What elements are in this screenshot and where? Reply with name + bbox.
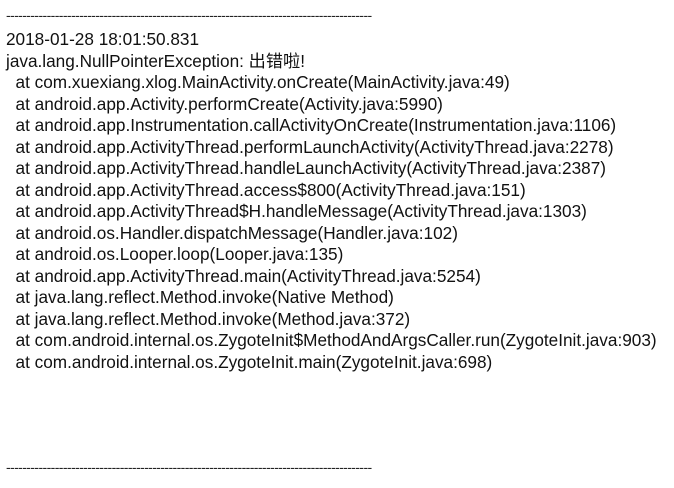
- stack-frame: at com.android.internal.os.ZygoteInit$Me…: [6, 330, 657, 350]
- bottom-separator: ----------------------------------------…: [6, 459, 372, 475]
- stack-frame: at android.app.ActivityThread.access$800…: [6, 179, 526, 200]
- stack-frame: at android.os.Handler.dispatchMessage(Ha…: [6, 222, 458, 243]
- stack-frame: at java.lang.reflect.Method.invoke(Nativ…: [6, 287, 394, 307]
- top-separator: ----------------------------------------…: [6, 7, 372, 23]
- stack-frame: at java.lang.reflect.Method.invoke(Metho…: [6, 308, 411, 329]
- log-body: 2018-01-28 18:01:50.831 java.lang.NullPo…: [6, 29, 670, 373]
- stack-frame: at android.os.Looper.loop(Looper.java:13…: [6, 244, 344, 264]
- stack-frame: at com.xuexiang.xlog.MainActivity.onCrea…: [6, 72, 510, 92]
- stack-frame: at android.app.ActivityThread$H.handleMe…: [6, 201, 587, 221]
- stack-frame: at android.app.ActivityThread.main(Activ…: [6, 265, 481, 286]
- log-timestamp: 2018-01-28 18:01:50.831: [6, 29, 200, 49]
- stack-frame: at android.app.ActivityThread.handleLaun…: [6, 158, 606, 178]
- stack-frame: at android.app.Instrumentation.callActiv…: [6, 115, 617, 135]
- stack-frame: at com.android.internal.os.ZygoteInit.ma…: [6, 351, 493, 372]
- stack-frame: at android.app.ActivityThread.performLau…: [6, 136, 614, 157]
- stack-frame: at android.app.Activity.performCreate(Ac…: [6, 93, 443, 114]
- exception-message: java.lang.NullPointerException: 出错啦!: [6, 50, 306, 71]
- crash-log-view: ----------------------------------------…: [6, 0, 670, 488]
